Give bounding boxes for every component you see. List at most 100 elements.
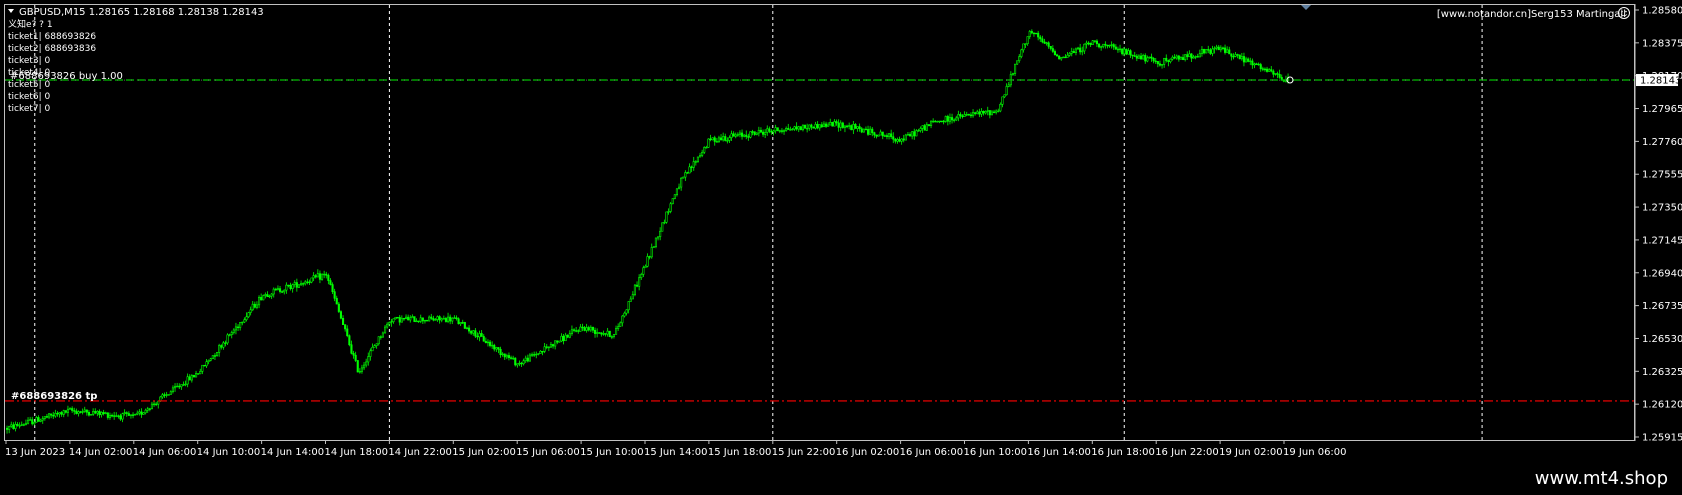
candle-body bbox=[41, 418, 44, 421]
candle-body bbox=[113, 415, 116, 417]
candle-body bbox=[18, 425, 21, 427]
candle-body bbox=[480, 333, 483, 337]
candle-body bbox=[1245, 58, 1248, 63]
candle-body bbox=[230, 332, 233, 336]
candle-body bbox=[358, 371, 361, 373]
candle-body bbox=[644, 265, 647, 269]
candle-body bbox=[961, 115, 964, 117]
candle-body bbox=[862, 128, 865, 133]
candle-body bbox=[743, 134, 746, 137]
candle-body bbox=[291, 284, 294, 289]
candle-body bbox=[144, 409, 147, 414]
footer-site-label[interactable]: www.mt4.shop bbox=[1535, 468, 1668, 489]
candle-body bbox=[123, 412, 126, 414]
candle-body bbox=[1211, 48, 1214, 54]
candle-body bbox=[1259, 64, 1262, 69]
candle-body bbox=[444, 318, 448, 322]
candle-body bbox=[614, 328, 618, 335]
info-line: ticket6| 0 bbox=[8, 92, 51, 102]
candle-body bbox=[619, 322, 622, 327]
candle-body bbox=[766, 128, 769, 133]
candle-body bbox=[1049, 46, 1052, 49]
candle-body bbox=[547, 346, 550, 349]
candle-body bbox=[841, 122, 844, 128]
candle-body bbox=[1022, 43, 1025, 51]
y-tick-label: 1.28580 bbox=[1642, 6, 1682, 17]
candle-body bbox=[320, 274, 324, 280]
candle-body bbox=[1142, 55, 1145, 60]
candle-body bbox=[745, 134, 748, 137]
candle-body bbox=[180, 384, 183, 388]
candle-body bbox=[640, 274, 643, 278]
candle-body bbox=[845, 125, 849, 128]
tp-order-label: #688693826 tp bbox=[11, 391, 97, 402]
candle-body bbox=[73, 410, 76, 412]
candle-body bbox=[873, 132, 876, 136]
candle-body bbox=[295, 282, 298, 288]
candle-body bbox=[965, 114, 968, 116]
candle-body bbox=[62, 410, 65, 415]
y-tick-label: 1.26530 bbox=[1642, 334, 1682, 345]
candle-body bbox=[39, 419, 42, 422]
candle-body bbox=[1255, 63, 1258, 65]
candle-body bbox=[820, 124, 823, 128]
candle-body bbox=[383, 326, 387, 334]
candle-body bbox=[982, 110, 985, 114]
candle-body bbox=[638, 277, 641, 287]
candle-body bbox=[472, 330, 475, 334]
candle-body bbox=[146, 408, 149, 411]
candle-body bbox=[66, 408, 69, 413]
candle-body bbox=[398, 317, 401, 323]
candle-body bbox=[1053, 51, 1056, 56]
candle-body bbox=[568, 333, 571, 338]
candle-body bbox=[1087, 42, 1090, 45]
candle-body bbox=[1274, 73, 1277, 75]
candle-body bbox=[56, 412, 59, 415]
candle-body bbox=[688, 166, 691, 174]
candle-body bbox=[953, 119, 956, 122]
y-tick-label: 1.27555 bbox=[1642, 170, 1682, 181]
candle-body bbox=[734, 134, 737, 137]
candle-body bbox=[182, 384, 185, 386]
candle-body bbox=[665, 211, 668, 223]
candle-body bbox=[971, 112, 975, 117]
candle-body bbox=[87, 411, 90, 416]
candle-body bbox=[680, 177, 683, 188]
y-tick-label: 1.27350 bbox=[1642, 203, 1682, 214]
candle-body bbox=[587, 327, 590, 331]
candle-body bbox=[272, 288, 275, 295]
candle-body bbox=[843, 125, 847, 128]
candle-body bbox=[369, 350, 372, 357]
candle-body bbox=[612, 334, 616, 337]
candle-body bbox=[1272, 70, 1275, 75]
candle-body bbox=[1056, 54, 1059, 57]
candle-body bbox=[409, 317, 412, 321]
candle-body bbox=[986, 110, 989, 112]
candle-body bbox=[1198, 53, 1201, 58]
x-tick-label: 14 Jun 18:00 bbox=[325, 447, 389, 458]
candle-body bbox=[8, 426, 11, 430]
candle-body bbox=[413, 316, 416, 322]
candle-body bbox=[186, 376, 189, 385]
chart-canvas[interactable]: 1.285801.283751.281701.279651.277601.275… bbox=[0, 0, 1682, 462]
candle-body bbox=[1234, 54, 1237, 57]
candle-body bbox=[556, 340, 559, 343]
candle-body bbox=[778, 130, 781, 132]
candle-body bbox=[892, 136, 895, 140]
candle-body bbox=[60, 412, 63, 415]
candle-body bbox=[274, 288, 277, 291]
candle-body bbox=[1043, 41, 1046, 44]
x-tick-label: 16 Jun 14:00 bbox=[1027, 447, 1091, 458]
candle-body bbox=[132, 414, 135, 416]
candle-body bbox=[1219, 47, 1222, 51]
candle-body bbox=[1119, 48, 1122, 51]
candle-body bbox=[751, 131, 754, 133]
candle-body bbox=[887, 133, 891, 137]
candle-body bbox=[1114, 46, 1117, 50]
candle-body bbox=[736, 134, 739, 136]
candle-body bbox=[161, 394, 164, 398]
candle-body bbox=[396, 316, 399, 319]
candle-body bbox=[102, 412, 105, 415]
candle-body bbox=[195, 373, 198, 378]
candle-body bbox=[810, 124, 813, 128]
